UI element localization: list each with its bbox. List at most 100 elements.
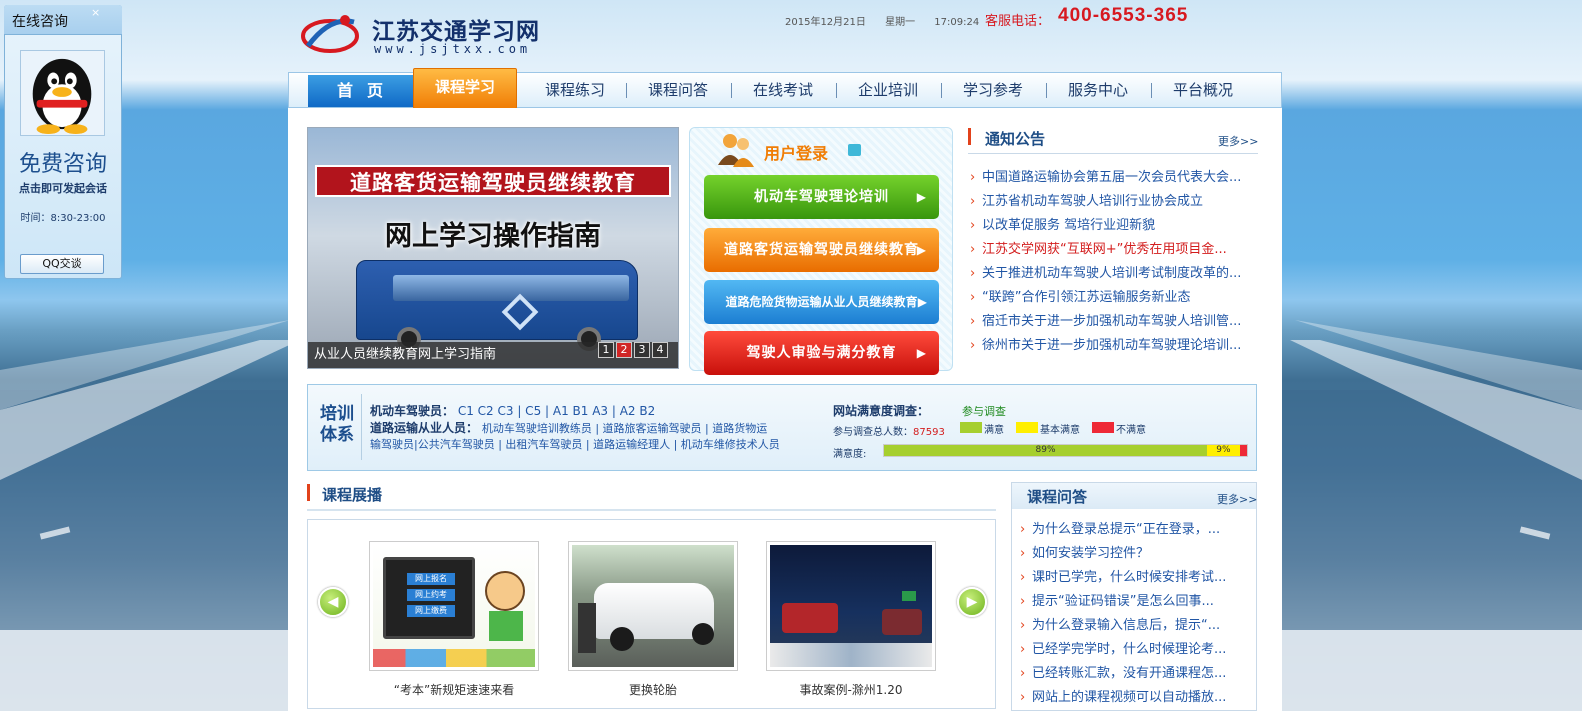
road-transport-education-button[interactable]: 道路客货运输驾驶员继续教育 ▶ [704, 228, 939, 272]
satisfaction-segment-unsatisfied [1239, 445, 1247, 456]
notice-item[interactable]: 关于推进机动车驾驶人培训考试制度改革的... [970, 262, 1262, 286]
arrow-right-icon: ▶ [916, 190, 927, 204]
carousel-prev-button[interactable]: ◀ [318, 587, 348, 617]
driver-review-education-button[interactable]: 驾驶人审验与满分教育 ▶ [704, 331, 939, 375]
nav-separator [836, 83, 837, 98]
slider-banner-subtitle: 网上学习操作指南 [385, 221, 601, 252]
thumb-label-payment: 网上缴费 [407, 605, 455, 617]
qq-penguin-icon[interactable] [20, 50, 105, 136]
faq-item[interactable]: 已经转账汇款，没有开通课程怎... [1020, 662, 1242, 686]
users-icon [718, 134, 754, 167]
truck-image [882, 609, 922, 635]
section-marker [307, 484, 310, 501]
cartoon-body-image [489, 611, 523, 641]
notice-item[interactable]: 宿迁市关于进一步加强机动车驾驶人培训管... [970, 310, 1262, 334]
faq-item[interactable]: 提示“验证码错误”是怎么回事... [1020, 590, 1242, 614]
course-thumb-caption[interactable]: 更换轮胎 [558, 681, 748, 698]
header-time: 17:09:24 [934, 17, 980, 28]
course-thumb-caption[interactable]: “考本”新规矩速速来看 [359, 681, 549, 698]
motor-theory-training-button[interactable]: 机动车驾驶理论培训 ▶ [704, 175, 939, 219]
legend-label-unsatisfied: 不满意 [1116, 425, 1146, 436]
survey-count-value: 87593 [913, 427, 945, 438]
course-thumb-1[interactable]: 网上报名 网上约考 网上缴费 [369, 541, 539, 671]
survey-join-link[interactable]: 参与调查 [962, 403, 1006, 419]
motor-driver-values[interactable]: C1 C2 C3 | C5 | A1 B1 A3 | A2 B2 [458, 404, 655, 418]
notice-item[interactable]: 徐州市关于进一步加强机动车驾驶理论培训... [970, 334, 1262, 358]
notice-more-link[interactable]: 更多>> [1218, 133, 1258, 149]
survey-title: 网站满意度调查： [833, 404, 930, 418]
nav-item-learning-reference[interactable]: 学习参考 [947, 73, 1039, 107]
cartoon-head-image [485, 571, 525, 611]
faq-item[interactable]: 课时已学完，什么时候安排考试... [1020, 566, 1242, 590]
notice-item[interactable]: 江苏省机动车驾驶人培训行业协会成立 [970, 190, 1262, 214]
notice-item[interactable]: “联跨”合作引领江苏运输服务新业态 [970, 286, 1262, 310]
widget-title: 在线咨询 [12, 14, 68, 30]
notice-item[interactable]: 以改革促服务 驾培行业迎新貌 [970, 214, 1262, 238]
slider-page-4[interactable]: 4 [652, 342, 668, 358]
site-url: www.jsjtxx.com [374, 42, 532, 56]
online-consult-widget [4, 5, 122, 279]
thumb-label-appointment: 网上约考 [407, 589, 455, 601]
faq-more-link[interactable]: 更多>> [1217, 491, 1257, 507]
faq-item[interactable]: 如何安装学习控件？ [1020, 542, 1242, 566]
nav-item-course-practice[interactable]: 课程练习 [529, 73, 621, 107]
section-marker [968, 128, 971, 145]
faq-item[interactable]: 网站上的课程视频可以自动播放... [1020, 686, 1242, 710]
slider-page-1[interactable]: 1 [598, 342, 614, 358]
notice-title: 通知公告 [985, 130, 1046, 148]
satisfaction-segment-basic: 9% [1207, 445, 1240, 456]
qq-chat-button[interactable]: QQ交谈 [20, 254, 104, 274]
faq-item[interactable]: 为什么登录输入信息后，提示“... [1020, 614, 1242, 638]
site-logo[interactable]: 江苏交通学习网 www.jsjtxx.com [300, 10, 580, 60]
road-transport-values-2[interactable]: 输驾驶员|公共汽车驾驶员 | 出租汽车驾驶员 | 道路运输经理人 | 机动车维修… [370, 436, 780, 452]
slider-page-3[interactable]: 3 [634, 342, 650, 358]
faq-item[interactable]: 为什么登录总提示“正在登录，... [1020, 518, 1242, 542]
snow-road-image [770, 643, 932, 667]
banner-slider[interactable]: 道路客货运输驾驶员继续教育 网上学习操作指南 从业人员继续教育网上学习指南 12… [307, 127, 679, 369]
site-title: 江苏交通学习网 [372, 18, 540, 45]
course-thumb-2[interactable] [568, 541, 738, 671]
nav-item-course-study[interactable]: 课程学习 [413, 68, 517, 109]
service-hours: 时间：8:30-23:00 [20, 213, 106, 224]
course-thumb-3[interactable] [766, 541, 936, 671]
course-thumb-caption[interactable]: 事故案例-滁州1.20 [756, 681, 946, 698]
slider-page-2[interactable]: 2 [616, 342, 632, 358]
notice-item[interactable]: 中国道路运输协会第五届一次会员代表大会... [970, 166, 1262, 190]
faq-item[interactable]: 已经学完学时，什么时候理论考... [1020, 638, 1242, 662]
slider-caption-text: 从业人员继续教育网上学习指南 [314, 347, 497, 362]
nav-item-home[interactable]: 首页 [308, 75, 414, 107]
slider-pagination: 1234 [596, 337, 668, 363]
logo-mark-icon [301, 15, 359, 53]
nav-separator [731, 83, 732, 98]
road-transport-label: 道路运输从业人员： [370, 421, 479, 435]
satisfaction-segment-satisfied: 89% [884, 445, 1208, 456]
carousel-next-button[interactable]: ▶ [957, 587, 987, 617]
divider [307, 509, 996, 511]
notice-item[interactable]: 江苏交学网获“互联网+”优秀在用项目金... [970, 238, 1262, 262]
nav-item-online-exam[interactable]: 在线考试 [737, 73, 829, 107]
road-transport-values-1[interactable]: 机动车驾驶培训教练员 | 道路旅客运输驾驶员 | 道路货物运 [482, 422, 767, 435]
header-weekday: 星期一 [885, 17, 916, 28]
nav-item-platform-overview[interactable]: 平台概况 [1157, 73, 1249, 107]
slider-caption[interactable]: 从业人员继续教育网上学习指南 1234 [308, 342, 678, 368]
training-label-line1: 培训 [320, 404, 354, 424]
button-label: 道路客货运输驾驶员继续教育 [724, 242, 919, 258]
login-title: 用户登录 [764, 144, 829, 163]
person-image [578, 603, 596, 653]
satisfaction-label: 满意度: [833, 449, 867, 460]
road-transport-row: 道路运输从业人员： 机动车驾驶培训教练员 | 道路旅客运输驾驶员 | 道路货物运 [370, 419, 767, 436]
tire-image [610, 627, 634, 651]
arrow-right-icon: ▶ [917, 295, 927, 309]
nav-item-enterprise-training[interactable]: 企业培训 [842, 73, 934, 107]
nav-item-course-qa[interactable]: 课程问答 [632, 73, 724, 107]
hazardous-goods-education-button[interactable]: 道路危险货物运输从业人员继续教育 ▶ [704, 280, 939, 324]
notice-list: 中国道路运输协会第五届一次会员代表大会... 江苏省机动车驾驶人培训行业协会成立… [970, 166, 1262, 358]
course-display-title: 课程展播 [322, 486, 383, 504]
close-icon[interactable]: × [91, 6, 100, 19]
thumb-label-register: 网上报名 [407, 573, 455, 585]
main-nav: 首页 课程学习 课程练习 课程问答 在线考试 企业培训 学习参考 服务中心 平台… [288, 68, 1282, 109]
nav-item-service-center[interactable]: 服务中心 [1052, 73, 1144, 107]
header-datetime: 2015年12月21日 星期一 17:09:24 [785, 13, 995, 28]
button-label: 道路危险货物运输从业人员继续教育 [725, 295, 918, 309]
survey-count: 参与调查总人数：87593 [833, 423, 945, 438]
